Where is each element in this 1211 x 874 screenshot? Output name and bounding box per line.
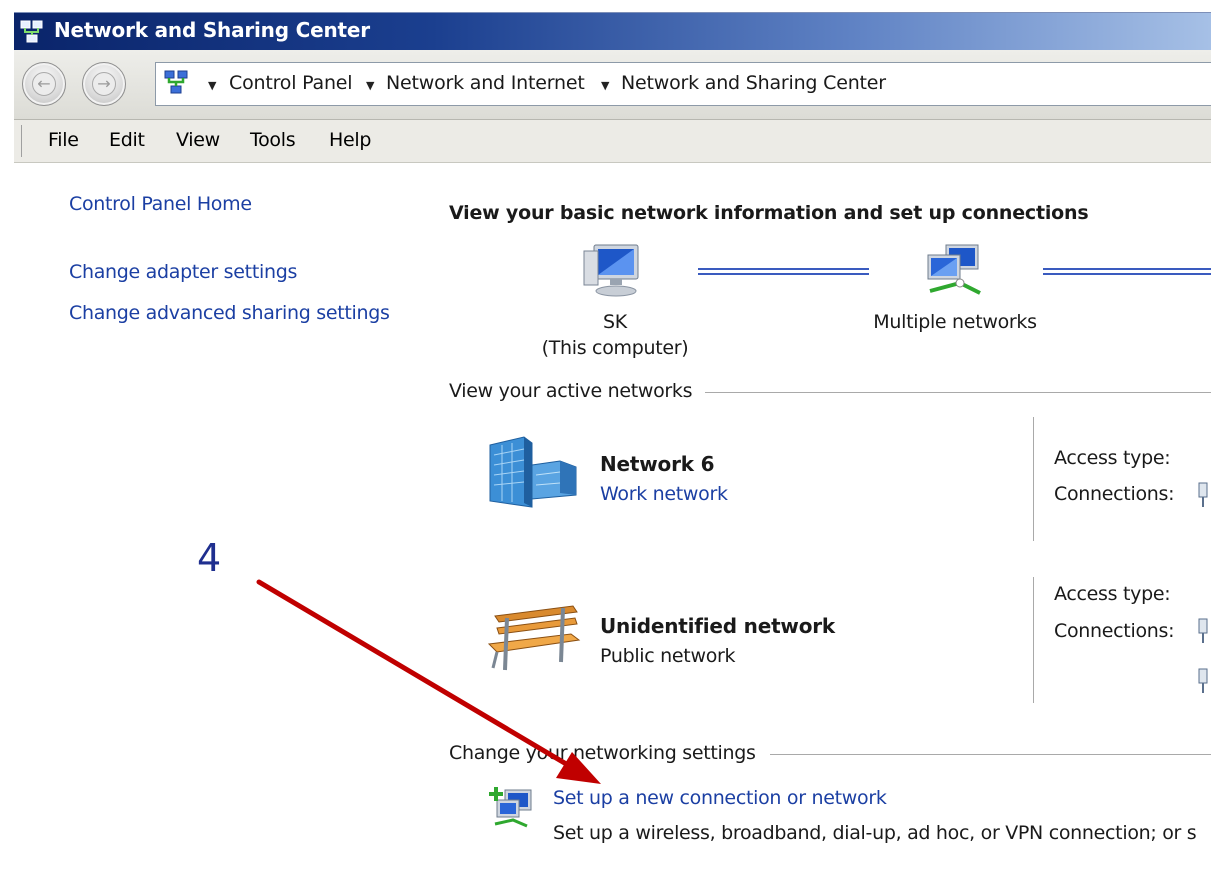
menu-grip (21, 125, 25, 157)
bench-icon (487, 605, 581, 671)
breadcrumb-chevron-icon[interactable]: ▼ (366, 79, 374, 92)
back-button[interactable]: ← (22, 62, 66, 106)
menu-edit[interactable]: Edit (109, 129, 145, 151)
breadcrumb-network-sharing-center[interactable]: Network and Sharing Center (621, 72, 886, 94)
network-name: Unidentified network (600, 614, 836, 638)
menu-tools[interactable]: Tools (250, 129, 296, 151)
forward-button[interactable]: → (82, 62, 126, 106)
ethernet-connection-icon[interactable] (1197, 668, 1209, 694)
breadcrumb-control-panel[interactable]: Control Panel (229, 72, 353, 94)
menu-view[interactable]: View (176, 129, 220, 151)
map-connection-line (698, 268, 869, 275)
step-number-annotation: 4 (197, 536, 222, 580)
network-type-link[interactable]: Work network (600, 483, 728, 505)
menu-file[interactable]: File (48, 129, 79, 151)
computer-name: SK (603, 311, 627, 333)
breadcrumb-dropdown-icon[interactable]: ▼ (208, 79, 216, 92)
breadcrumb-network-internet[interactable]: Network and Internet (386, 72, 585, 94)
back-arrow-icon: ← (32, 72, 56, 96)
network-divider (1033, 417, 1034, 541)
breadcrumb-chevron-icon[interactable]: ▼ (601, 79, 609, 92)
new-connection-icon[interactable] (487, 784, 535, 830)
building-icon (489, 436, 577, 508)
page-heading: View your basic network information and … (449, 202, 1089, 224)
control-panel-home-link[interactable]: Control Panel Home (69, 193, 252, 215)
multiple-networks-label: Multiple networks (873, 311, 1037, 333)
setup-connection-link[interactable]: Set up a new connection or network (553, 787, 887, 809)
access-type-label: Access type: (1054, 447, 1171, 469)
forward-arrow-icon: → (92, 72, 116, 96)
menu-help[interactable]: Help (329, 129, 371, 151)
ethernet-connection-icon[interactable] (1197, 482, 1209, 508)
active-networks-title: View your active networks (449, 380, 693, 402)
network-center-icon (20, 20, 43, 43)
window-title: Network and Sharing Center (54, 18, 370, 42)
setup-connection-description: Set up a wireless, broadband, dial-up, a… (553, 822, 1197, 844)
change-adapter-settings-link[interactable]: Change adapter settings (69, 261, 297, 283)
map-connection-line (1043, 268, 1211, 275)
network-type-label: Public network (600, 645, 736, 667)
network-divider (1033, 577, 1034, 703)
computer-icon[interactable] (580, 243, 644, 299)
access-type-label: Access type: (1054, 583, 1171, 605)
computer-caption: (This computer) (541, 337, 689, 359)
connections-label: Connections: (1054, 483, 1175, 505)
network-location-icon (164, 70, 188, 94)
section-divider (705, 392, 1211, 393)
change-advanced-sharing-link[interactable]: Change advanced sharing settings (69, 302, 390, 324)
network-name: Network 6 (600, 452, 715, 476)
connections-label: Connections: (1054, 620, 1175, 642)
multiple-networks-icon[interactable] (920, 243, 990, 301)
ethernet-connection-icon[interactable] (1197, 618, 1209, 644)
section-divider (770, 754, 1211, 755)
networking-settings-title: Change your networking settings (449, 742, 756, 764)
